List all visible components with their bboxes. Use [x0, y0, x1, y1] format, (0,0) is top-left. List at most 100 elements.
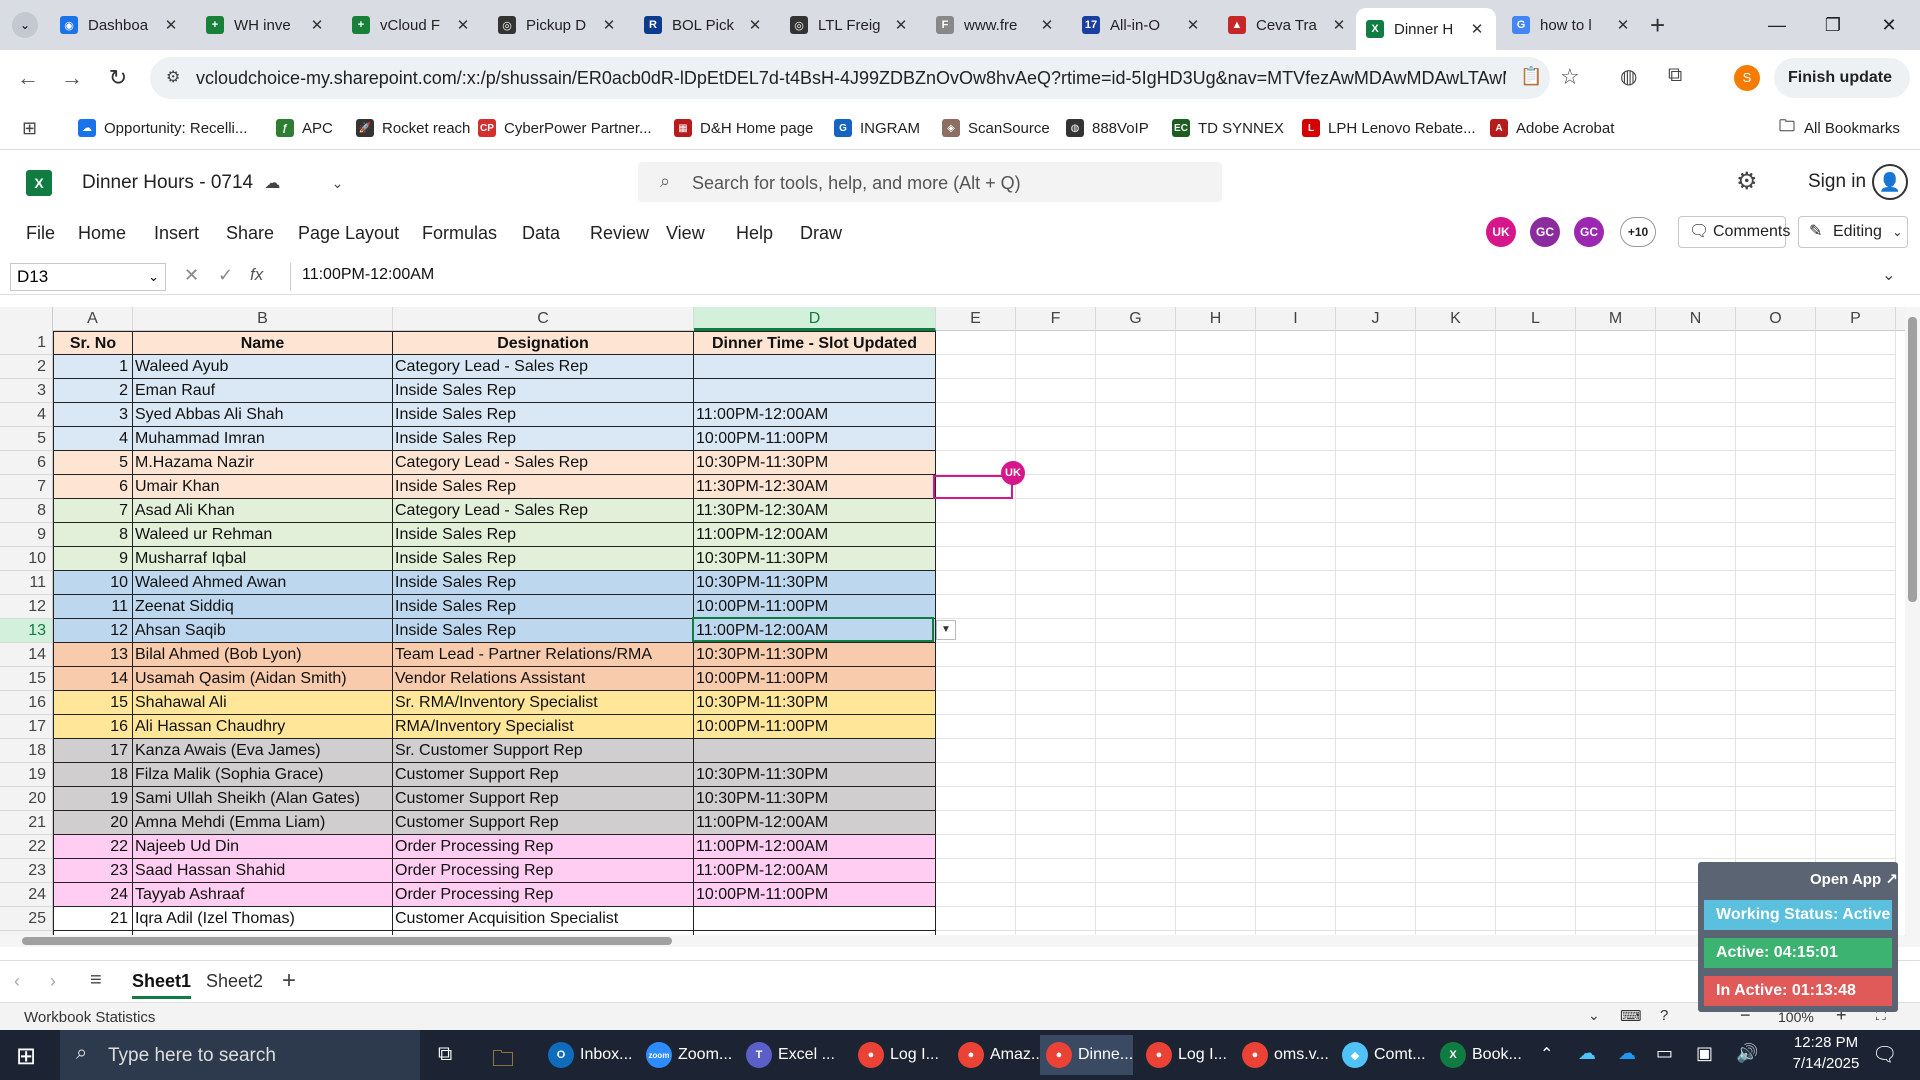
empty-cell[interactable] [1256, 763, 1336, 787]
empty-cell[interactable] [1336, 475, 1416, 499]
cell-d23[interactable]: 11:00PM-12:00AM [694, 859, 936, 883]
browser-tab[interactable]: + vCloud F ✕ [342, 8, 482, 42]
empty-cell[interactable] [1816, 355, 1896, 379]
empty-cell[interactable] [1176, 667, 1256, 691]
empty-cell[interactable] [1096, 691, 1176, 715]
empty-cell[interactable] [1336, 331, 1416, 355]
empty-cell[interactable] [1656, 499, 1736, 523]
column-header-m[interactable]: M [1576, 307, 1656, 331]
browser-tab[interactable]: ▲ Ceva Tra ✕ [1218, 8, 1358, 42]
empty-cell[interactable] [1176, 859, 1256, 883]
empty-cell[interactable] [1736, 355, 1816, 379]
empty-cell[interactable] [1336, 811, 1416, 835]
empty-cell[interactable] [1816, 547, 1896, 571]
row-header[interactable]: 24 [0, 883, 53, 907]
apps-grid-icon[interactable]: ⊞ [22, 118, 37, 139]
empty-cell[interactable] [1496, 475, 1576, 499]
empty-cell[interactable] [1736, 835, 1816, 859]
menu-tab-view[interactable]: View [666, 223, 705, 244]
empty-cell[interactable] [1496, 379, 1576, 403]
dropdown-arrow-icon[interactable]: ▼ [936, 620, 956, 640]
cell-c8[interactable]: Category Lead - Sales Rep [393, 499, 694, 523]
empty-cell[interactable] [1816, 499, 1896, 523]
empty-cell[interactable] [1656, 355, 1736, 379]
all-sheets-menu-icon[interactable]: ≡ [90, 969, 102, 992]
menu-tab-share[interactable]: Share [226, 223, 274, 244]
empty-cell[interactable] [1096, 571, 1176, 595]
cell-d25[interactable] [694, 907, 936, 931]
collaborator-avatar[interactable]: GC [1530, 217, 1560, 247]
empty-cell[interactable] [1656, 547, 1736, 571]
vertical-scrollbar[interactable] [1905, 307, 1920, 947]
column-header-l[interactable]: L [1496, 307, 1576, 331]
open-app-link[interactable]: Open App ↗ [1810, 870, 1898, 888]
empty-cell[interactable] [1416, 547, 1496, 571]
empty-cell[interactable] [1736, 475, 1816, 499]
empty-cell[interactable] [1816, 595, 1896, 619]
taskbar-app[interactable]: T Excel ... [740, 1035, 835, 1075]
tab-close-icon[interactable]: ✕ [1614, 16, 1632, 34]
cell-b24[interactable]: Tayyab Ashraaf [133, 883, 393, 907]
taskbar-app[interactable]: O Inbox... [542, 1035, 632, 1075]
cell-c1[interactable]: Designation [393, 331, 694, 355]
row-header[interactable]: 12 [0, 595, 53, 619]
tab-close-icon[interactable]: ✕ [746, 16, 764, 34]
cell-d8[interactable]: 11:30PM-12:30AM [694, 499, 936, 523]
empty-cell[interactable] [1576, 859, 1656, 883]
tab-close-icon[interactable]: ✕ [162, 16, 180, 34]
empty-cell[interactable] [1016, 403, 1096, 427]
empty-cell[interactable] [1736, 787, 1816, 811]
cell-a10[interactable]: 9 [53, 547, 133, 571]
bookmark-item[interactable]: ▦ D&H Home page [674, 116, 813, 140]
taskbar-app[interactable]: ◆ Comt... [1336, 1035, 1426, 1075]
reload-icon[interactable]: ↻ [102, 62, 134, 94]
row-header[interactable]: 7 [0, 475, 53, 499]
empty-cell[interactable] [1096, 379, 1176, 403]
translate-icon[interactable]: ◍ [1620, 64, 1637, 89]
cell-a6[interactable]: 5 [53, 451, 133, 475]
cell-b22[interactable]: Najeeb Ud Din [133, 835, 393, 859]
document-title[interactable]: Dinner Hours - 0714 ☁ ⌄ [82, 172, 343, 194]
empty-cell[interactable] [1016, 571, 1096, 595]
empty-cell[interactable] [1336, 739, 1416, 763]
taskbar-search-box[interactable]: ⌕ Type here to search [60, 1030, 420, 1080]
cell-d19[interactable]: 10:30PM-11:30PM [694, 763, 936, 787]
empty-cell[interactable] [1096, 595, 1176, 619]
empty-cell[interactable] [1336, 547, 1416, 571]
cell-d3[interactable] [694, 379, 936, 403]
cell-c4[interactable]: Inside Sales Rep [393, 403, 694, 427]
empty-cell[interactable] [1256, 475, 1336, 499]
column-header-a[interactable]: A [53, 307, 133, 331]
empty-cell[interactable] [936, 859, 1016, 883]
row-header[interactable]: 25 [0, 907, 53, 931]
row-header[interactable]: 20 [0, 787, 53, 811]
taskbar-app[interactable]: ● oms.v... [1236, 1035, 1329, 1075]
insert-function-icon[interactable]: fx [250, 265, 263, 285]
empty-cell[interactable] [1576, 619, 1656, 643]
empty-cell[interactable] [1256, 547, 1336, 571]
cell-a23[interactable]: 23 [53, 859, 133, 883]
empty-cell[interactable] [1016, 379, 1096, 403]
empty-cell[interactable] [1816, 691, 1896, 715]
empty-cell[interactable] [1256, 739, 1336, 763]
empty-cell[interactable] [1576, 667, 1656, 691]
empty-cell[interactable] [1016, 427, 1096, 451]
row-header[interactable]: 3 [0, 379, 53, 403]
empty-cell[interactable] [1016, 739, 1096, 763]
cell-d22[interactable]: 11:00PM-12:00AM [694, 835, 936, 859]
tab-close-icon[interactable]: ✕ [308, 16, 326, 34]
empty-cell[interactable] [1256, 331, 1336, 355]
taskbar-app[interactable]: zoom Zoom... [640, 1035, 732, 1075]
cell-c7[interactable]: Inside Sales Rep [393, 475, 694, 499]
tab-close-icon[interactable]: ✕ [454, 16, 472, 34]
taskbar-app[interactable]: ● Log I... [1140, 1035, 1227, 1075]
empty-cell[interactable] [1016, 835, 1096, 859]
sign-in-link[interactable]: Sign in [1808, 171, 1866, 193]
empty-cell[interactable] [936, 883, 1016, 907]
row-header[interactable]: 13 [0, 619, 53, 643]
browser-tab[interactable]: Ghow to l ✕ [1502, 8, 1642, 42]
empty-cell[interactable] [1096, 787, 1176, 811]
cell-a19[interactable]: 18 [53, 763, 133, 787]
cell-c20[interactable]: Customer Support Rep [393, 787, 694, 811]
cell-d24[interactable]: 10:00PM-11:00PM [694, 883, 936, 907]
